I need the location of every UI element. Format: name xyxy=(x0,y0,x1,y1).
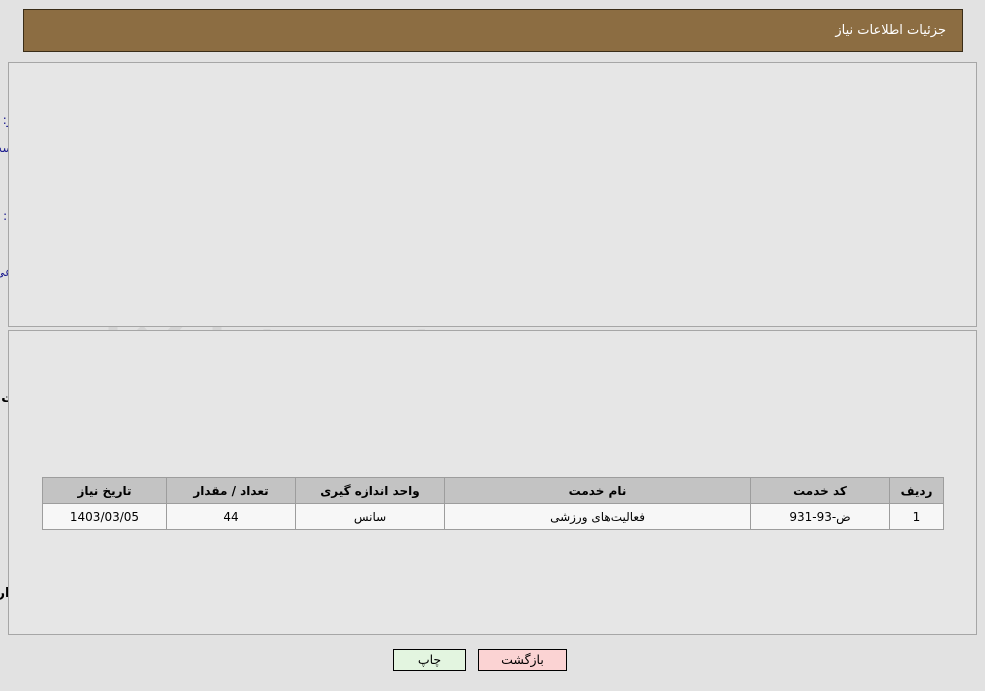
cell-quantity: 44 xyxy=(166,503,296,530)
table-header-row: ردیف کد خدمت نام خدمت واحد اندازه گیری ت… xyxy=(42,477,944,504)
th-quantity: تعداد / مقدار xyxy=(166,477,296,504)
cell-service-name: فعالیت‌های ورزشی xyxy=(444,503,751,530)
th-service-name: نام خدمت xyxy=(444,477,751,504)
cell-need-date: 1403/03/05 xyxy=(42,503,167,530)
cell-service-code: ض-93-931 xyxy=(750,503,890,530)
page-root: AriaTender.net جزئیات اطلاعات نیاز شماره… xyxy=(0,0,985,691)
th-row-no: ردیف xyxy=(889,477,944,504)
table-row: 1 ض-93-931 فعالیت‌های ورزشی سانس 44 1403… xyxy=(42,503,944,530)
need-info-panel xyxy=(8,62,977,327)
page-title: جزئیات اطلاعات نیاز xyxy=(835,23,946,38)
cell-unit: سانس xyxy=(295,503,445,530)
th-unit: واحد اندازه گیری xyxy=(295,477,445,504)
th-service-code: کد خدمت xyxy=(750,477,890,504)
print-button[interactable]: چاپ xyxy=(393,649,466,671)
th-need-date: تاریخ نیاز xyxy=(42,477,167,504)
services-table: ردیف کد خدمت نام خدمت واحد اندازه گیری ت… xyxy=(42,477,944,530)
back-button[interactable]: بازگشت xyxy=(478,649,567,671)
cell-row-no: 1 xyxy=(889,503,944,530)
window-titlebar: جزئیات اطلاعات نیاز xyxy=(23,9,963,52)
